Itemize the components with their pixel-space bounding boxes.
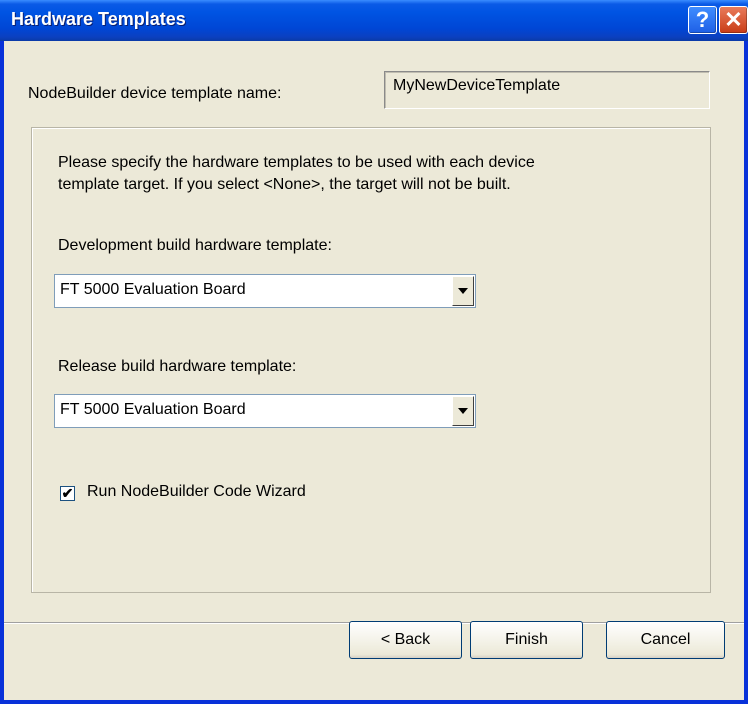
run-code-wizard-checkbox[interactable]: ✔ — [60, 486, 75, 501]
template-name-label: NodeBuilder device template name: — [28, 85, 282, 102]
cancel-button[interactable]: Cancel — [606, 621, 725, 659]
dialog-title: Hardware Templates — [11, 9, 186, 29]
dialog-content: NodeBuilder device template name: MyNewD… — [4, 41, 744, 700]
release-template-select[interactable]: FT 5000 Evaluation Board — [54, 394, 476, 428]
release-template-dropdown-button[interactable] — [452, 396, 474, 426]
close-icon: ✕ — [724, 7, 743, 32]
instructions-line-2: template target. If you select <None>, t… — [58, 176, 511, 193]
template-name-value: MyNewDeviceTemplate — [393, 77, 561, 94]
title-bar[interactable]: Hardware Templates ? ✕ — [0, 0, 748, 41]
dev-template-value: FT 5000 Evaluation Board — [60, 281, 246, 298]
dev-template-dropdown-button[interactable] — [452, 276, 474, 306]
run-code-wizard-label[interactable]: Run NodeBuilder Code Wizard — [87, 483, 306, 501]
help-button[interactable]: ? — [688, 6, 717, 34]
chevron-down-icon — [458, 288, 468, 294]
chevron-down-icon — [458, 408, 468, 414]
hardware-templates-dialog: Hardware Templates ? ✕ NodeBuilder devic… — [0, 0, 748, 704]
close-button[interactable]: ✕ — [719, 6, 748, 34]
template-name-field: MyNewDeviceTemplate — [384, 71, 710, 109]
release-template-value: FT 5000 Evaluation Board — [60, 401, 246, 418]
dev-template-label: Development build hardware template: — [58, 237, 332, 254]
back-button[interactable]: < Back — [349, 621, 462, 659]
dev-template-select[interactable]: FT 5000 Evaluation Board — [54, 274, 476, 308]
finish-button[interactable]: Finish — [470, 621, 583, 659]
checkmark-icon: ✔ — [61, 485, 74, 501]
instructions-line-1: Please specify the hardware templates to… — [58, 154, 535, 171]
release-template-label: Release build hardware template: — [58, 358, 297, 375]
